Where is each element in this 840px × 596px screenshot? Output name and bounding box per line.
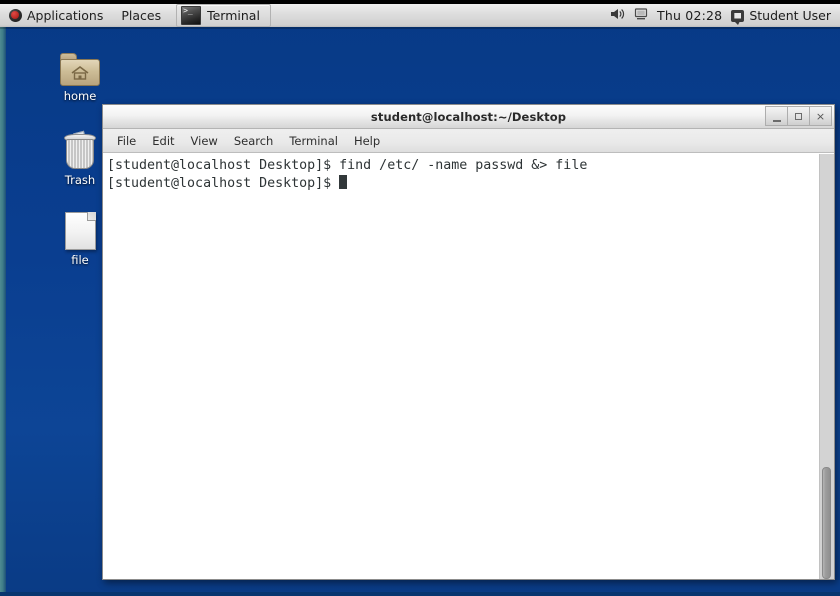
menu-item-terminal[interactable]: Terminal xyxy=(282,132,345,150)
display-icon[interactable] xyxy=(634,7,648,24)
terminal-menubar: File Edit View Search Terminal Help xyxy=(103,129,834,153)
places-menu[interactable]: Places xyxy=(112,4,170,27)
terminal-scrollbar-thumb[interactable] xyxy=(822,467,831,579)
terminal-line-1: [student@localhost Desktop]$ find /etc/ … xyxy=(107,158,588,173)
terminal-titlebar[interactable]: student@localhost:~/Desktop × xyxy=(103,105,834,129)
close-button[interactable]: × xyxy=(809,106,832,126)
applications-menu-label: Applications xyxy=(27,8,104,23)
terminal-output-area[interactable]: [student@localhost Desktop]$ find /etc/ … xyxy=(103,154,819,579)
desktop-icon-label: home xyxy=(63,89,97,103)
applications-menu[interactable]: Applications xyxy=(0,4,112,27)
menu-item-help[interactable]: Help xyxy=(347,132,387,150)
window-control-buttons: × xyxy=(765,106,832,126)
terminal-cursor xyxy=(339,175,348,189)
screen: home Trash file student@localhost:~/Desk… xyxy=(0,0,840,596)
window-title: student@localhost:~/Desktop xyxy=(370,109,567,124)
terminal-scrollbar[interactable] xyxy=(819,154,834,579)
maximize-button[interactable] xyxy=(787,106,810,126)
taskbar-button-label: Terminal xyxy=(207,8,260,23)
terminal-body[interactable]: [student@localhost Desktop]$ find /etc/ … xyxy=(103,153,834,579)
menu-item-edit[interactable]: Edit xyxy=(145,132,181,150)
desktop-icon-home[interactable]: home xyxy=(42,40,118,103)
taskbar-button-terminal[interactable]: Terminal xyxy=(176,4,271,27)
terminal-window[interactable]: student@localhost:~/Desktop × File Edit … xyxy=(102,104,835,580)
home-folder-icon xyxy=(42,40,118,86)
places-menu-label: Places xyxy=(121,8,162,23)
minimize-icon xyxy=(772,120,781,122)
menu-item-view[interactable]: View xyxy=(184,132,225,150)
maximize-icon xyxy=(795,112,802,120)
top-panel: Applications Places Terminal xyxy=(0,0,840,27)
menu-item-file[interactable]: File xyxy=(110,132,143,150)
volume-icon[interactable] xyxy=(610,7,625,24)
user-indicator-icon xyxy=(731,9,745,25)
desktop-bottom-edge-strip xyxy=(0,592,840,596)
fedora-logo-icon xyxy=(9,9,22,22)
desktop-left-edge-strip xyxy=(0,22,6,596)
terminal-icon xyxy=(181,6,202,25)
panel-clock[interactable]: Thu 02:28 xyxy=(657,8,722,23)
menu-item-search[interactable]: Search xyxy=(227,132,281,150)
minimize-button[interactable] xyxy=(765,106,788,126)
close-icon: × xyxy=(815,109,826,123)
user-menu[interactable]: Student User xyxy=(731,8,831,25)
panel-left-section: Applications Places Terminal xyxy=(0,4,271,27)
terminal-line-2: [student@localhost Desktop]$ xyxy=(107,176,340,191)
panel-drop-shadow xyxy=(0,27,840,29)
user-menu-label: Student User xyxy=(749,8,831,23)
panel-right-section: Thu 02:28 Student User xyxy=(610,4,840,27)
